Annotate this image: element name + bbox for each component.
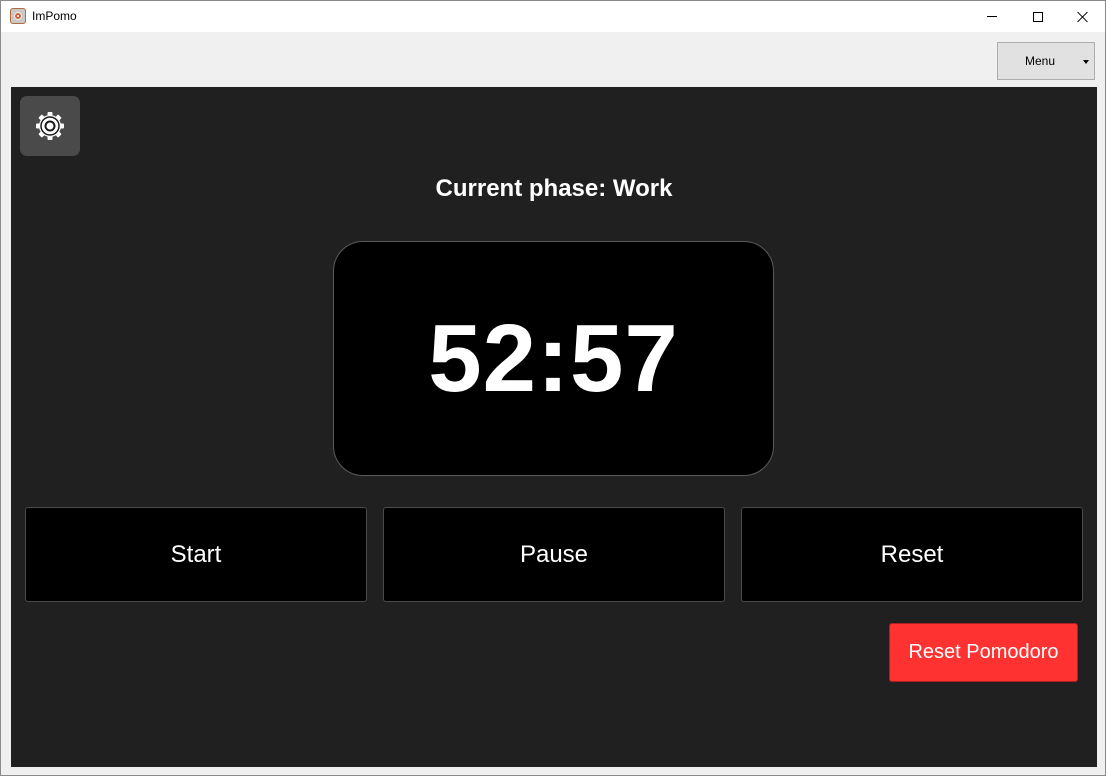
app-window: ImPomo Menu Current phase: Work 52:57 St… [0,0,1106,776]
close-icon [1077,11,1089,23]
maximize-button[interactable] [1015,1,1061,32]
current-phase-label: Current phase: Work [435,175,673,202]
window-title: ImPomo [32,9,77,23]
start-button[interactable]: Start [25,507,367,602]
main-panel: Current phase: Work 52:57 Start Pause Re… [11,87,1097,767]
minimize-button[interactable] [969,1,1015,32]
menu-button[interactable]: Menu [997,42,1095,80]
reset-button[interactable]: Reset [741,507,1083,602]
gear-icon [36,112,64,140]
app-logo-icon [10,8,26,24]
menu-label: Menu [1025,54,1056,68]
timer-value: 52:57 [428,304,679,412]
reset-pomodoro-button[interactable]: Reset Pomodoro [889,623,1078,682]
maximize-icon [1033,11,1043,22]
title-bar[interactable]: ImPomo [1,1,1105,32]
minimize-icon [987,16,997,17]
timer-display: 52:57 [333,241,774,476]
settings-button[interactable] [20,96,80,156]
chevron-down-icon [1083,60,1089,64]
pause-button[interactable]: Pause [383,507,725,602]
close-button[interactable] [1060,1,1106,32]
menu-bar: Menu [1,32,1105,86]
